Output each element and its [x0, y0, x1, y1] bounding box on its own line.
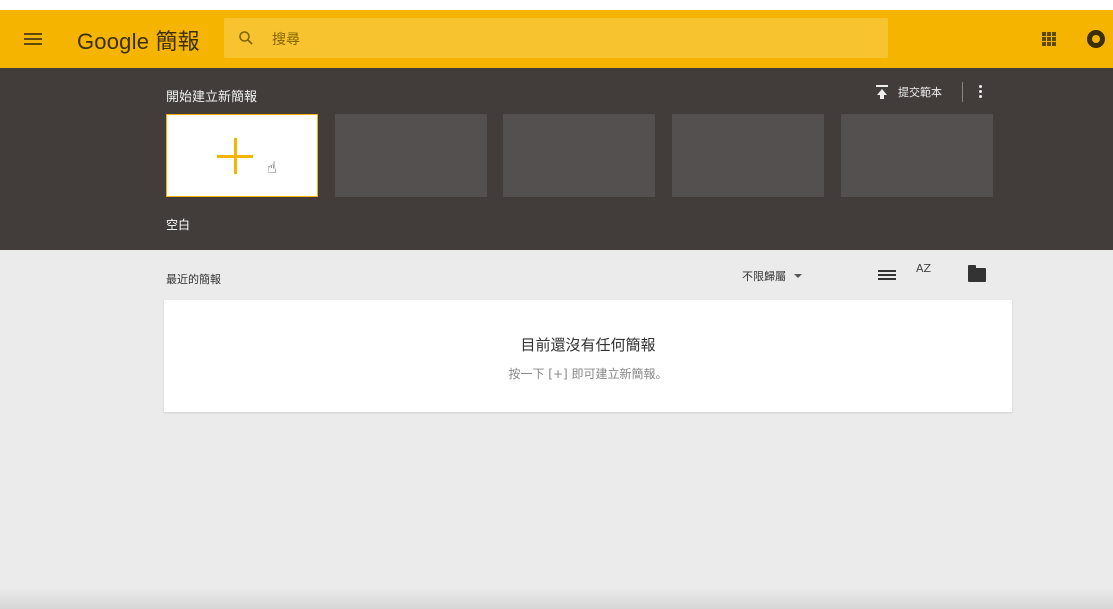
submit-template-label: 提交範本 [898, 86, 942, 99]
empty-state-title: 目前還沒有任何簡報 [520, 336, 656, 354]
account-icon[interactable] [1087, 30, 1105, 48]
top-strip [0, 0, 1113, 10]
bottom-shadow [0, 588, 1113, 609]
empty-state-card: 目前還沒有任何簡報 按一下 [+] 即可建立新簡報。 [164, 300, 1012, 412]
empty-state-subtitle: 按一下 [+] 即可建立新簡報。 [508, 367, 668, 381]
caret-down-icon [794, 274, 802, 278]
blank-template-label: 空白 [166, 218, 191, 232]
apps-icon[interactable] [1042, 32, 1056, 46]
toolbar-divider [962, 82, 963, 102]
search-bar[interactable]: 搜尋 [224, 18, 888, 58]
app-header: Google 簡報 搜尋 [0, 10, 1113, 68]
folder-icon[interactable] [968, 265, 986, 282]
plus-icon [217, 138, 253, 174]
owner-filter-dropdown[interactable]: 不限歸屬 [742, 268, 802, 284]
logo-product: 簡報 [155, 29, 200, 54]
logo-brand: Google [77, 29, 150, 54]
template-gallery: 開始建立新簡報 提交範本 ☝ 空白 [0, 68, 1113, 250]
search-input[interactable]: 搜尋 [272, 29, 300, 49]
upload-icon [876, 85, 888, 99]
template-thumbnail[interactable] [503, 114, 655, 197]
template-thumbnail[interactable] [335, 114, 487, 197]
hand-cursor-icon: ☝ [267, 158, 277, 177]
more-vert-icon[interactable] [976, 84, 984, 100]
owner-filter-label: 不限歸屬 [742, 270, 786, 283]
app-logo[interactable]: Google 簡報 [77, 24, 200, 56]
menu-icon[interactable] [24, 30, 46, 48]
blank-template[interactable]: ☝ [166, 114, 318, 197]
gallery-title: 開始建立新簡報 [166, 90, 258, 105]
sort-az-icon[interactable]: AZ [916, 263, 931, 274]
list-view-icon[interactable] [878, 268, 896, 282]
submit-template-button[interactable]: 提交範本 [876, 84, 942, 100]
template-thumbnail[interactable] [841, 114, 993, 197]
recent-section-title: 最近的簡報 [166, 273, 221, 286]
template-thumbnail[interactable] [672, 114, 824, 197]
sort-az-text: AZ [916, 262, 932, 275]
search-icon [239, 31, 253, 45]
